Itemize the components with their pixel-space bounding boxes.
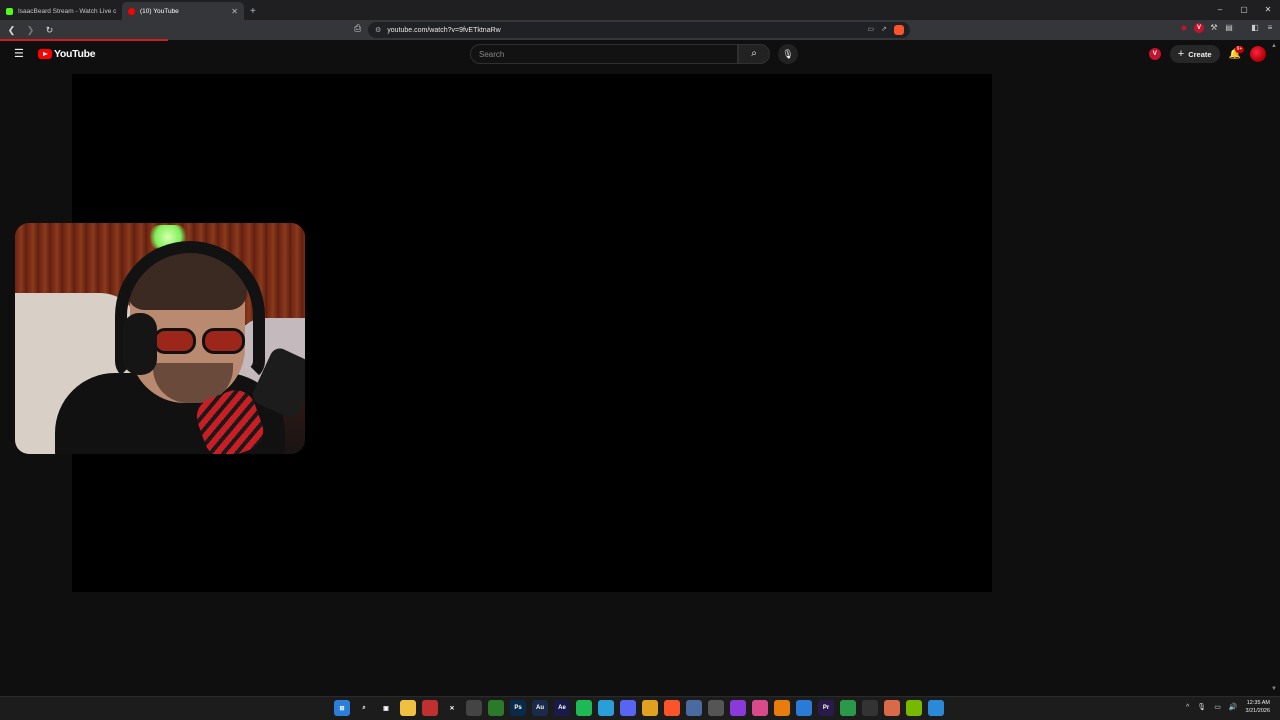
webcam-headphone-cup (123, 313, 157, 375)
share-icon[interactable]: ⇗ (881, 25, 887, 35)
tab-kick-stream[interactable]: IsaacBeard Stream - Watch Live on K (0, 2, 122, 20)
youtube-logo[interactable]: YouTube (38, 48, 96, 60)
kick-favicon-icon (6, 7, 13, 15)
new-tab-button[interactable]: + (250, 6, 256, 17)
create-label: Create (1188, 49, 1212, 59)
task-view-icon[interactable]: ▣ (378, 700, 394, 716)
youtube-favicon-icon (128, 7, 135, 15)
address-bar[interactable]: ⚙ youtube.com/watch?v=9fvETktnaRw ▭ ⇗ (368, 22, 910, 38)
avatar[interactable] (1250, 46, 1266, 62)
plus-icon: + (1177, 48, 1185, 60)
system-tray: ^ 🎙 ▭ 🔊 12:35 AM 3/21/2026 (1186, 699, 1270, 715)
menu-icon[interactable]: ≡ (1265, 23, 1275, 33)
browser-toolbar: ❮ ❯ ↻ ⎙ ⚙ youtube.com/watch?v=9fvETktnaR… (0, 20, 1280, 40)
notification-badge: 9+ (1234, 45, 1245, 53)
network-icon[interactable]: ▭ (1214, 703, 1221, 711)
taskbar-clock[interactable]: 12:35 AM 3/21/2026 (1246, 699, 1270, 715)
cast-icon[interactable]: ▭ (868, 25, 875, 35)
close-tab-icon[interactable]: ✕ (231, 7, 238, 16)
microphone-icon: 🎙 (782, 49, 794, 59)
notifications-button[interactable]: 🔔 9+ (1229, 45, 1245, 60)
address-bar-icons: ▭ ⇗ (868, 25, 904, 35)
nvidia-icon[interactable] (906, 700, 922, 716)
extensions-area: ◆ V ⚒ ▤ ◧ ≡ (1179, 23, 1280, 33)
maximize-button[interactable]: ▢ (1232, 0, 1256, 20)
app-icon[interactable] (862, 700, 878, 716)
youtube-header: ☰ YouTube ⌕ 🎙 V + Create 🔔 9+ (0, 41, 1280, 67)
site-info-icon[interactable]: ⚙ (375, 26, 381, 34)
extension-icon[interactable]: ◆ (1179, 23, 1189, 33)
file-explorer-icon[interactable] (400, 700, 416, 716)
scroll-down-arrow-icon[interactable]: ▼ (1271, 686, 1277, 692)
extension-v-icon[interactable]: V (1148, 48, 1161, 60)
app-icon[interactable] (840, 700, 856, 716)
search-input[interactable] (479, 49, 737, 59)
scroll-up-arrow-icon[interactable]: ▲ (1271, 43, 1277, 49)
app-icon[interactable] (928, 700, 944, 716)
taskbar-apps: ⊞ ⌕ ▣ ✕ Ps Au Ae Pr (334, 700, 944, 716)
search-box (470, 44, 738, 64)
tab-youtube[interactable]: (10) YouTube ✕ (122, 2, 244, 20)
toolbar-spacer (1239, 23, 1245, 33)
spotify-icon[interactable] (576, 700, 592, 716)
volume-icon[interactable]: 🔊 (1229, 703, 1238, 711)
header-actions: V + Create 🔔 9+ (1148, 45, 1266, 63)
tab-label: IsaacBeard Stream - Watch Live on K (18, 7, 116, 15)
brave-shields-icon[interactable] (894, 25, 904, 35)
search-button[interactable]: ⌕ (738, 44, 770, 64)
after-effects-icon[interactable]: Ae (554, 700, 570, 716)
back-button[interactable]: ❮ (4, 25, 19, 36)
clock-time: 12:35 AM (1246, 700, 1270, 706)
app-icon[interactable] (796, 700, 812, 716)
bookmark-icon[interactable]: ⎙ (354, 23, 361, 34)
windows-start-icon[interactable]: ⊞ (334, 700, 350, 716)
forward-button[interactable]: ❯ (23, 25, 38, 36)
premiere-icon[interactable]: Pr (818, 700, 834, 716)
photoshop-icon[interactable]: Ps (510, 700, 526, 716)
vivaldi-extension-icon[interactable]: V (1194, 23, 1204, 33)
create-button[interactable]: + Create (1169, 45, 1220, 63)
search-icon: ⌕ (751, 48, 757, 59)
reload-button[interactable]: ↻ (42, 25, 57, 36)
minimize-button[interactable]: – (1208, 0, 1232, 20)
telegram-icon[interactable] (598, 700, 614, 716)
discord-icon[interactable] (620, 700, 636, 716)
blender-icon[interactable] (774, 700, 790, 716)
app-icon[interactable] (708, 700, 724, 716)
app-icon[interactable] (730, 700, 746, 716)
hamburger-menu-icon[interactable]: ☰ (14, 47, 24, 60)
app-icon[interactable] (422, 700, 438, 716)
streamer-webcam-overlay (15, 223, 305, 454)
youtube-play-icon (38, 49, 52, 59)
window-controls: – ▢ ✕ (1208, 0, 1280, 20)
search-icon[interactable]: ⌕ (356, 700, 372, 716)
app-icon[interactable] (884, 700, 900, 716)
app-icon[interactable] (752, 700, 768, 716)
youtube-wordmark: YouTube (54, 48, 96, 60)
tab-label: (10) YouTube (140, 7, 179, 15)
sidebar-icon[interactable]: ◧ (1250, 23, 1260, 33)
voice-search-button[interactable]: 🎙 (778, 44, 798, 64)
windows-taskbar: ⊞ ⌕ ▣ ✕ Ps Au Ae Pr ^ 🎙 ▭ 🔊 12:35 AM 3/21/2026 (0, 696, 1280, 720)
chevron-up-icon[interactable]: ^ (1186, 704, 1189, 711)
close-window-button[interactable]: ✕ (1256, 0, 1280, 20)
app-icon[interactable] (466, 700, 482, 716)
xbox-icon[interactable] (488, 700, 504, 716)
capcut-icon[interactable]: ✕ (444, 700, 460, 716)
microphone-icon[interactable]: 🎙 (1197, 703, 1206, 711)
url-text: youtube.com/watch?v=9fvETktnaRw (387, 26, 501, 34)
audition-icon[interactable]: Au (532, 700, 548, 716)
brave-icon[interactable] (664, 700, 680, 716)
app-icon[interactable] (686, 700, 702, 716)
extensions-puzzle-icon[interactable]: ⚒ (1209, 23, 1219, 33)
wallet-icon[interactable]: ▤ (1224, 23, 1234, 33)
chrome-icon[interactable] (642, 700, 658, 716)
browser-tab-strip: IsaacBeard Stream - Watch Live on K (10)… (0, 0, 1280, 20)
clock-date: 3/21/2026 (1245, 708, 1270, 714)
